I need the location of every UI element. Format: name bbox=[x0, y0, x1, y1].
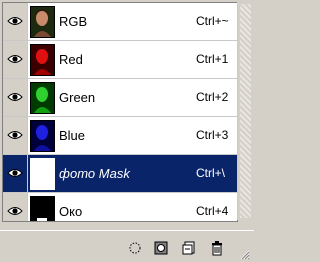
channel-shortcut: Ctrl+2 bbox=[196, 90, 229, 104]
channel-name: фото Mask bbox=[59, 166, 130, 181]
channel-thumbnail bbox=[30, 44, 55, 76]
save-selection-as-channel-button[interactable] bbox=[152, 239, 170, 257]
channel-shortcut: Ctrl+3 bbox=[196, 128, 229, 142]
channels-panel: RGB Ctrl+~ Red Ctrl+1 Green Ctrl+2 Blue … bbox=[0, 0, 254, 262]
load-channel-selection-button[interactable] bbox=[126, 239, 144, 257]
channel-name: Green bbox=[59, 90, 96, 105]
channel-thumbnail bbox=[30, 120, 55, 152]
eye-icon bbox=[7, 131, 23, 139]
visibility-toggle[interactable] bbox=[3, 193, 28, 221]
visibility-toggle[interactable] bbox=[3, 3, 28, 40]
eye-icon bbox=[7, 55, 23, 63]
channel-row-photo-mask[interactable]: фото Mask Ctrl+\ bbox=[3, 155, 237, 193]
eye-icon bbox=[7, 93, 23, 101]
channel-thumbnail bbox=[30, 196, 55, 221]
channel-row-red[interactable]: Red Ctrl+1 bbox=[3, 41, 237, 79]
channel-shortcut: Ctrl+1 bbox=[196, 52, 229, 66]
delete-channel-icon bbox=[212, 241, 222, 256]
visibility-toggle[interactable] bbox=[3, 79, 28, 116]
scrollbar-track[interactable] bbox=[240, 4, 251, 218]
channel-name: Blue bbox=[59, 128, 86, 143]
save-selection-as-channel-icon bbox=[154, 241, 168, 255]
channel-row-oko[interactable]: Око Ctrl+4 bbox=[3, 193, 237, 221]
visibility-toggle[interactable] bbox=[3, 117, 28, 154]
channel-row-rgb[interactable]: RGB Ctrl+~ bbox=[3, 3, 237, 41]
visibility-toggle[interactable] bbox=[3, 155, 28, 192]
eye-icon bbox=[7, 169, 23, 177]
visibility-toggle[interactable] bbox=[3, 41, 28, 78]
new-channel-icon bbox=[182, 241, 195, 255]
channel-thumbnail bbox=[30, 6, 55, 38]
channel-thumbnail bbox=[30, 82, 55, 114]
channel-shortcut: Ctrl+~ bbox=[196, 14, 229, 28]
channels-footer-toolbar bbox=[0, 230, 254, 262]
channel-shortcut: Ctrl+4 bbox=[196, 204, 229, 218]
eye-icon bbox=[7, 207, 23, 215]
load-channel-selection-icon bbox=[129, 242, 141, 254]
channel-row-blue[interactable]: Blue Ctrl+3 bbox=[3, 117, 237, 155]
channel-name: Око bbox=[59, 204, 83, 219]
resize-grip-icon[interactable] bbox=[238, 248, 250, 260]
channel-shortcut: Ctrl+\ bbox=[196, 166, 226, 180]
channel-row-green[interactable]: Green Ctrl+2 bbox=[3, 79, 237, 117]
delete-channel-button[interactable] bbox=[208, 239, 226, 257]
channel-list: RGB Ctrl+~ Red Ctrl+1 Green Ctrl+2 Blue … bbox=[2, 2, 238, 222]
channel-thumbnail bbox=[30, 158, 55, 190]
channel-name: RGB bbox=[59, 14, 88, 29]
new-channel-button[interactable] bbox=[180, 239, 198, 257]
vertical-scrollbar[interactable] bbox=[237, 2, 253, 220]
channel-name: Red bbox=[59, 52, 83, 67]
eye-icon bbox=[7, 17, 23, 25]
